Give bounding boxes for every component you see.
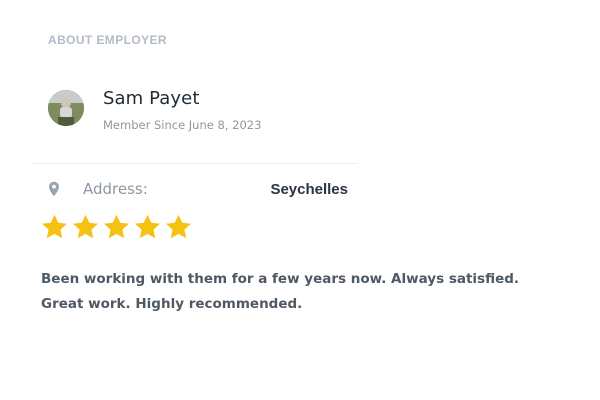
star-icon <box>104 214 129 239</box>
star-icon <box>135 214 160 239</box>
star-icon <box>73 214 98 239</box>
address-value: Seychelles <box>270 181 348 198</box>
address-row: Address: Seychelles <box>48 178 358 202</box>
divider <box>32 163 358 164</box>
avatar <box>48 90 84 126</box>
section-heading: ABOUT EMPLOYER <box>48 33 167 47</box>
map-pin-icon <box>49 181 59 197</box>
employer-name: Sam Payet <box>103 88 200 109</box>
star-rating <box>40 213 193 253</box>
member-since: Member Since June 8, 2023 <box>103 118 262 132</box>
avatar-photo-icon <box>48 90 84 126</box>
address-label: Address: <box>83 180 148 198</box>
star-icon <box>166 214 191 239</box>
star-icon <box>42 214 67 239</box>
review-text: Been working with them for a few years n… <box>41 271 520 312</box>
